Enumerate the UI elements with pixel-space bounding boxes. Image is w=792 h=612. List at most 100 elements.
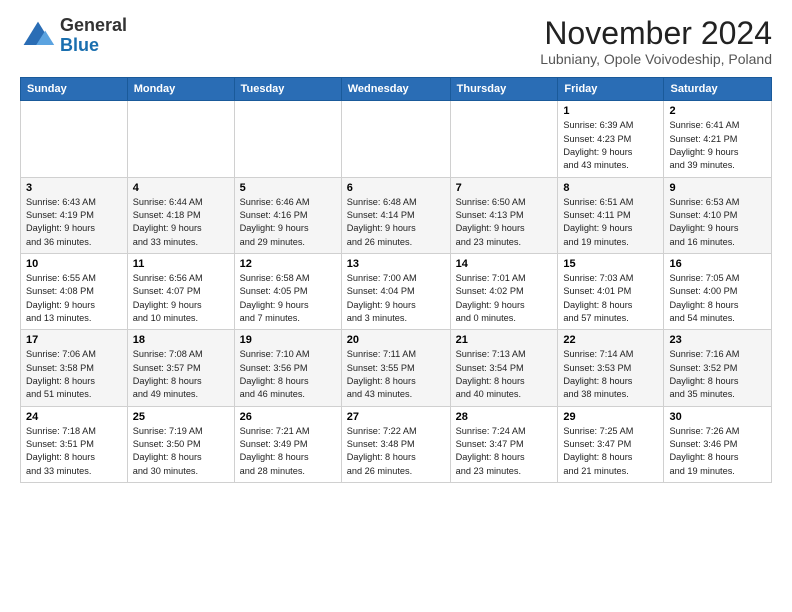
calendar-cell-2-2: 12 Sunrise: 6:58 AM Sunset: 4:05 PM Dayli… [234, 253, 341, 329]
day-info: Sunrise: 7:19 AM Sunset: 3:50 PM Dayligh… [133, 425, 229, 478]
col-thursday: Thursday [450, 78, 558, 101]
calendar-week-0: 1 Sunrise: 6:39 AM Sunset: 4:23 PM Daylig… [21, 101, 772, 177]
calendar-cell-0-5: 1 Sunrise: 6:39 AM Sunset: 4:23 PM Daylig… [558, 101, 664, 177]
calendar-week-2: 10Sunrise: 6:55 AM Sunset: 4:08 PM Dayli… [21, 253, 772, 329]
day-info: Sunrise: 7:06 AM Sunset: 3:58 PM Dayligh… [26, 348, 122, 401]
day-number: 29 [563, 411, 658, 423]
calendar-table: Sunday Monday Tuesday Wednesday Thursday… [20, 77, 772, 483]
calendar-cell-3-1: 18Sunrise: 7:08 AM Sunset: 3:57 PM Dayli… [127, 330, 234, 406]
day-number: 24 [26, 411, 122, 423]
calendar-cell-2-0: 10Sunrise: 6:55 AM Sunset: 4:08 PM Dayli… [21, 253, 128, 329]
day-info: Sunrise: 6:51 AM Sunset: 4:11 PM Dayligh… [563, 196, 658, 249]
day-info: Sunrise: 7:03 AM Sunset: 4:01 PM Dayligh… [563, 272, 658, 325]
calendar-cell-4-0: 24Sunrise: 7:18 AM Sunset: 3:51 PM Dayli… [21, 406, 128, 482]
day-number: 28 [456, 411, 553, 423]
day-info: Sunrise: 7:00 AM Sunset: 4:04 PM Dayligh… [347, 272, 445, 325]
day-info: Sunrise: 7:25 AM Sunset: 3:47 PM Dayligh… [563, 425, 658, 478]
day-info: Sunrise: 6:58 AM Sunset: 4:05 PM Dayligh… [240, 272, 336, 325]
day-number: 26 [240, 411, 336, 423]
location-subtitle: Lubniany, Opole Voivodeship, Poland [540, 51, 772, 67]
logo-general: General [60, 15, 127, 35]
day-info: Sunrise: 6:41 AM Sunset: 4:21 PM Dayligh… [669, 119, 766, 172]
day-number: 1 [563, 105, 658, 117]
calendar-week-1: 3 Sunrise: 6:43 AM Sunset: 4:19 PM Daylig… [21, 177, 772, 253]
calendar-cell-3-5: 22 Sunrise: 7:14 AM Sunset: 3:53 PM Dayli… [558, 330, 664, 406]
day-info: Sunrise: 6:43 AM Sunset: 4:19 PM Dayligh… [26, 196, 122, 249]
calendar-cell-3-0: 17 Sunrise: 7:06 AM Sunset: 3:58 PM Dayli… [21, 330, 128, 406]
calendar-cell-1-5: 8 Sunrise: 6:51 AM Sunset: 4:11 PM Daylig… [558, 177, 664, 253]
day-number: 10 [26, 258, 122, 270]
day-number: 23 [669, 334, 766, 346]
col-tuesday: Tuesday [234, 78, 341, 101]
calendar-cell-0-4 [450, 101, 558, 177]
calendar-cell-3-2: 19 Sunrise: 7:10 AM Sunset: 3:56 PM Dayli… [234, 330, 341, 406]
day-info: Sunrise: 6:39 AM Sunset: 4:23 PM Dayligh… [563, 119, 658, 172]
calendar-cell-4-2: 26 Sunrise: 7:21 AM Sunset: 3:49 PM Dayli… [234, 406, 341, 482]
day-info: Sunrise: 7:21 AM Sunset: 3:49 PM Dayligh… [240, 425, 336, 478]
day-number: 27 [347, 411, 445, 423]
day-number: 13 [347, 258, 445, 270]
col-sunday: Sunday [21, 78, 128, 101]
day-number: 3 [26, 182, 122, 194]
logo-icon [20, 18, 56, 54]
day-info: Sunrise: 7:10 AM Sunset: 3:56 PM Dayligh… [240, 348, 336, 401]
day-number: 4 [133, 182, 229, 194]
calendar-week-3: 17 Sunrise: 7:06 AM Sunset: 3:58 PM Dayli… [21, 330, 772, 406]
header-row: Sunday Monday Tuesday Wednesday Thursday… [21, 78, 772, 101]
day-info: Sunrise: 7:16 AM Sunset: 3:52 PM Dayligh… [669, 348, 766, 401]
calendar-cell-4-6: 30Sunrise: 7:26 AM Sunset: 3:46 PM Dayli… [664, 406, 772, 482]
day-info: Sunrise: 7:24 AM Sunset: 3:47 PM Dayligh… [456, 425, 553, 478]
calendar-cell-1-1: 4 Sunrise: 6:44 AM Sunset: 4:18 PM Daylig… [127, 177, 234, 253]
day-number: 22 [563, 334, 658, 346]
col-wednesday: Wednesday [341, 78, 450, 101]
day-number: 17 [26, 334, 122, 346]
day-info: Sunrise: 7:13 AM Sunset: 3:54 PM Dayligh… [456, 348, 553, 401]
calendar-body: 1 Sunrise: 6:39 AM Sunset: 4:23 PM Daylig… [21, 101, 772, 483]
day-number: 19 [240, 334, 336, 346]
day-info: Sunrise: 7:11 AM Sunset: 3:55 PM Dayligh… [347, 348, 445, 401]
day-info: Sunrise: 7:26 AM Sunset: 3:46 PM Dayligh… [669, 425, 766, 478]
day-number: 6 [347, 182, 445, 194]
calendar-cell-4-4: 28 Sunrise: 7:24 AM Sunset: 3:47 PM Dayli… [450, 406, 558, 482]
day-number: 8 [563, 182, 658, 194]
day-number: 14 [456, 258, 553, 270]
calendar-week-4: 24Sunrise: 7:18 AM Sunset: 3:51 PM Dayli… [21, 406, 772, 482]
calendar-cell-4-5: 29 Sunrise: 7:25 AM Sunset: 3:47 PM Dayli… [558, 406, 664, 482]
calendar-cell-3-4: 21 Sunrise: 7:13 AM Sunset: 3:54 PM Dayli… [450, 330, 558, 406]
day-info: Sunrise: 7:01 AM Sunset: 4:02 PM Dayligh… [456, 272, 553, 325]
day-info: Sunrise: 6:44 AM Sunset: 4:18 PM Dayligh… [133, 196, 229, 249]
day-info: Sunrise: 7:14 AM Sunset: 3:53 PM Dayligh… [563, 348, 658, 401]
calendar-cell-0-2 [234, 101, 341, 177]
logo-blue: Blue [60, 35, 99, 55]
header: General Blue November 2024 Lubniany, Opo… [20, 16, 772, 67]
day-info: Sunrise: 7:05 AM Sunset: 4:00 PM Dayligh… [669, 272, 766, 325]
day-info: Sunrise: 6:50 AM Sunset: 4:13 PM Dayligh… [456, 196, 553, 249]
calendar-cell-4-1: 25 Sunrise: 7:19 AM Sunset: 3:50 PM Dayli… [127, 406, 234, 482]
day-info: Sunrise: 6:56 AM Sunset: 4:07 PM Dayligh… [133, 272, 229, 325]
calendar-cell-0-0 [21, 101, 128, 177]
logo-text: General Blue [60, 16, 127, 56]
calendar-cell-3-3: 20 Sunrise: 7:11 AM Sunset: 3:55 PM Dayli… [341, 330, 450, 406]
day-number: 25 [133, 411, 229, 423]
calendar-cell-2-3: 13 Sunrise: 7:00 AM Sunset: 4:04 PM Dayli… [341, 253, 450, 329]
calendar-header: Sunday Monday Tuesday Wednesday Thursday… [21, 78, 772, 101]
calendar-cell-1-2: 5Sunrise: 6:46 AM Sunset: 4:16 PM Daylig… [234, 177, 341, 253]
calendar-cell-0-1 [127, 101, 234, 177]
day-number: 12 [240, 258, 336, 270]
day-info: Sunrise: 6:53 AM Sunset: 4:10 PM Dayligh… [669, 196, 766, 249]
col-friday: Friday [558, 78, 664, 101]
calendar-cell-2-1: 11Sunrise: 6:56 AM Sunset: 4:07 PM Dayli… [127, 253, 234, 329]
day-number: 5 [240, 182, 336, 194]
day-number: 16 [669, 258, 766, 270]
day-number: 21 [456, 334, 553, 346]
page: General Blue November 2024 Lubniany, Opo… [0, 0, 792, 493]
calendar-cell-1-6: 9Sunrise: 6:53 AM Sunset: 4:10 PM Daylig… [664, 177, 772, 253]
day-number: 20 [347, 334, 445, 346]
calendar-cell-1-0: 3 Sunrise: 6:43 AM Sunset: 4:19 PM Daylig… [21, 177, 128, 253]
title-block: November 2024 Lubniany, Opole Voivodeshi… [540, 16, 772, 67]
calendar-cell-1-3: 6Sunrise: 6:48 AM Sunset: 4:14 PM Daylig… [341, 177, 450, 253]
calendar-cell-4-3: 27Sunrise: 7:22 AM Sunset: 3:48 PM Dayli… [341, 406, 450, 482]
day-number: 7 [456, 182, 553, 194]
calendar-cell-0-6: 2 Sunrise: 6:41 AM Sunset: 4:21 PM Daylig… [664, 101, 772, 177]
day-number: 2 [669, 105, 766, 117]
